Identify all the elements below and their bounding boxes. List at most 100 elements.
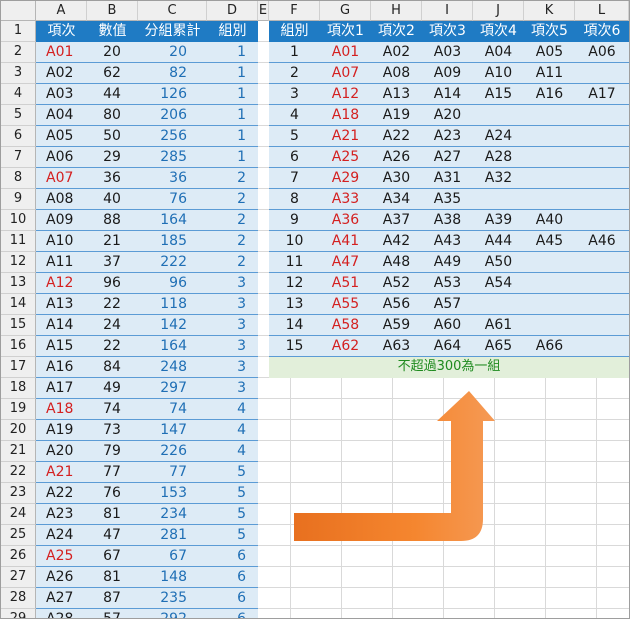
item-cell[interactable]: A05 xyxy=(524,42,575,63)
item-cell[interactable]: A19 xyxy=(46,420,86,441)
item-cell[interactable]: A48 xyxy=(371,252,422,273)
value-cell[interactable]: 29 xyxy=(87,147,137,168)
group-number-cell[interactable]: 2 xyxy=(269,63,320,84)
item-cell[interactable]: A17 xyxy=(575,84,629,105)
group-cell[interactable]: 5 xyxy=(207,483,246,504)
item-cell[interactable]: A03 xyxy=(46,84,86,105)
item-cell[interactable]: A50 xyxy=(473,252,524,273)
value-cell[interactable]: 81 xyxy=(87,504,137,525)
group-cell[interactable]: 4 xyxy=(207,420,246,441)
group-cell[interactable]: 6 xyxy=(207,588,246,609)
item-cell[interactable]: A28 xyxy=(473,147,524,168)
group-cell[interactable]: 4 xyxy=(207,399,246,420)
value-cell[interactable]: 36 xyxy=(87,168,137,189)
item-cell[interactable]: A07 xyxy=(320,63,371,84)
item-cell[interactable]: A16 xyxy=(524,84,575,105)
group-cell[interactable]: 2 xyxy=(207,231,246,252)
row-header-19[interactable]: 19 xyxy=(1,399,36,420)
group-cell[interactable]: 3 xyxy=(207,378,246,399)
cumulative-cell[interactable]: 142 xyxy=(138,315,187,336)
value-cell[interactable]: 22 xyxy=(87,336,137,357)
row-header-26[interactable]: 26 xyxy=(1,546,36,567)
column-header-b[interactable]: B xyxy=(87,1,138,21)
item-cell[interactable]: A47 xyxy=(320,252,371,273)
item-cell[interactable]: A18 xyxy=(320,105,371,126)
item-cell[interactable]: A55 xyxy=(320,294,371,315)
item-cell[interactable]: A37 xyxy=(371,210,422,231)
item-cell[interactable]: A20 xyxy=(46,441,86,462)
item-cell[interactable]: A28 xyxy=(46,609,86,618)
column-header-l[interactable]: L xyxy=(575,1,629,21)
cumulative-cell[interactable]: 256 xyxy=(138,126,187,147)
group-number-cell[interactable]: 10 xyxy=(269,231,320,252)
group-cell[interactable]: 6 xyxy=(207,546,246,567)
group-cell[interactable]: 3 xyxy=(207,273,246,294)
column-header-j[interactable]: J xyxy=(473,1,524,21)
value-cell[interactable]: 96 xyxy=(87,273,137,294)
value-cell[interactable]: 62 xyxy=(87,63,137,84)
cumulative-cell[interactable]: 82 xyxy=(138,63,187,84)
value-cell[interactable]: 77 xyxy=(87,462,137,483)
group-cell[interactable]: 1 xyxy=(207,147,246,168)
group-cell[interactable]: 2 xyxy=(207,252,246,273)
row-header-13[interactable]: 13 xyxy=(1,273,36,294)
cumulative-cell[interactable]: 206 xyxy=(138,105,187,126)
item-cell[interactable]: A09 xyxy=(422,63,473,84)
item-cell[interactable]: A23 xyxy=(46,504,86,525)
value-cell[interactable]: 74 xyxy=(87,399,137,420)
group-cell[interactable]: 6 xyxy=(207,567,246,588)
cumulative-cell[interactable]: 185 xyxy=(138,231,187,252)
column-header-c[interactable]: C xyxy=(138,1,207,21)
item-cell[interactable]: A20 xyxy=(422,105,473,126)
row-header-21[interactable]: 21 xyxy=(1,441,36,462)
column-header-h[interactable]: H xyxy=(371,1,422,21)
cumulative-cell[interactable]: 226 xyxy=(138,441,187,462)
item-cell[interactable]: A16 xyxy=(46,357,86,378)
cumulative-cell[interactable]: 76 xyxy=(138,189,187,210)
cumulative-cell[interactable]: 96 xyxy=(138,273,187,294)
item-cell[interactable]: A13 xyxy=(46,294,86,315)
item-cell[interactable]: A51 xyxy=(320,273,371,294)
group-cell[interactable]: 3 xyxy=(207,315,246,336)
value-cell[interactable]: 49 xyxy=(87,378,137,399)
group-cell[interactable]: 3 xyxy=(207,336,246,357)
value-cell[interactable]: 73 xyxy=(87,420,137,441)
cumulative-cell[interactable]: 147 xyxy=(138,420,187,441)
row-header-24[interactable]: 24 xyxy=(1,504,36,525)
item-cell[interactable]: A10 xyxy=(46,231,86,252)
row-header-22[interactable]: 22 xyxy=(1,462,36,483)
row-header-7[interactable]: 7 xyxy=(1,147,36,168)
item-cell[interactable]: A43 xyxy=(422,231,473,252)
row-header-29[interactable]: 29 xyxy=(1,609,36,618)
item-cell[interactable]: A56 xyxy=(371,294,422,315)
item-cell[interactable]: A25 xyxy=(46,546,86,567)
column-header-k[interactable]: K xyxy=(524,1,575,21)
group-cell[interactable]: 5 xyxy=(207,462,246,483)
cumulative-cell[interactable]: 248 xyxy=(138,357,187,378)
value-cell[interactable]: 76 xyxy=(87,483,137,504)
item-cell[interactable]: A21 xyxy=(320,126,371,147)
item-cell[interactable]: A02 xyxy=(46,63,86,84)
row-header-9[interactable]: 9 xyxy=(1,189,36,210)
row-header-23[interactable]: 23 xyxy=(1,483,36,504)
group-number-cell[interactable]: 11 xyxy=(269,252,320,273)
item-cell[interactable]: A01 xyxy=(320,42,371,63)
item-cell[interactable]: A25 xyxy=(320,147,371,168)
item-cell[interactable]: A15 xyxy=(473,84,524,105)
group-cell[interactable]: 3 xyxy=(207,294,246,315)
item-cell[interactable]: A18 xyxy=(46,399,86,420)
column-header-e[interactable]: E xyxy=(258,1,269,21)
row-header-12[interactable]: 12 xyxy=(1,252,36,273)
cumulative-cell[interactable]: 148 xyxy=(138,567,187,588)
item-cell[interactable]: A11 xyxy=(524,63,575,84)
group-cell[interactable]: 2 xyxy=(207,189,246,210)
item-cell[interactable]: A63 xyxy=(371,336,422,357)
value-cell[interactable]: 20 xyxy=(87,42,137,63)
row-header-2[interactable]: 2 xyxy=(1,42,36,63)
item-cell[interactable]: A42 xyxy=(371,231,422,252)
item-cell[interactable]: A54 xyxy=(473,273,524,294)
item-cell[interactable]: A07 xyxy=(46,168,86,189)
item-cell[interactable]: A32 xyxy=(473,168,524,189)
item-cell[interactable]: A27 xyxy=(46,588,86,609)
row-header-18[interactable]: 18 xyxy=(1,378,36,399)
